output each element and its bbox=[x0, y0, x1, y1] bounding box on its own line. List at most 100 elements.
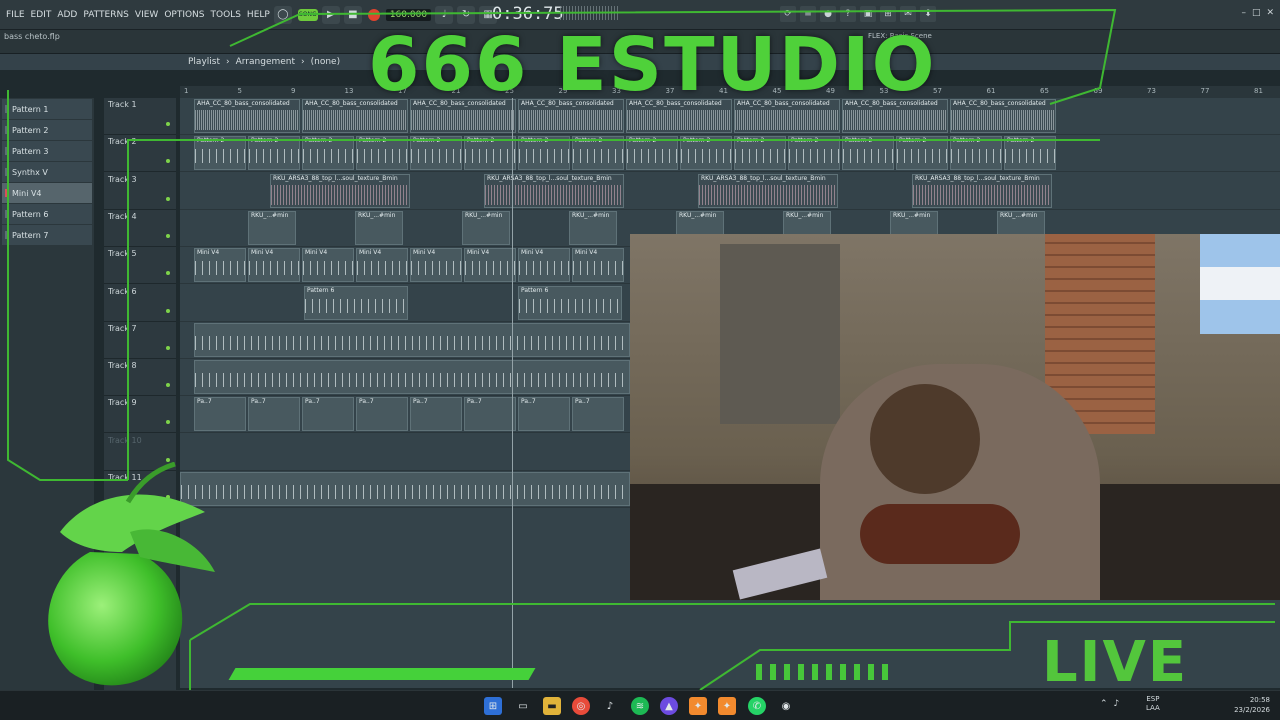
mixer-icon[interactable]: ≡ bbox=[800, 6, 816, 22]
track-header[interactable]: Track 9 bbox=[104, 396, 176, 434]
pattern-item[interactable]: Synthx V bbox=[2, 162, 92, 182]
menu-view[interactable]: VIEW bbox=[135, 10, 158, 20]
menu-file[interactable]: FILE bbox=[6, 10, 25, 20]
track-enable-led[interactable] bbox=[166, 159, 170, 164]
menu-patterns[interactable]: PATTERNS bbox=[83, 10, 129, 20]
mic-icon[interactable]: ● bbox=[820, 6, 836, 22]
track-header[interactable]: Track 6 bbox=[104, 285, 176, 322]
track-header[interactable]: Track 1 bbox=[104, 98, 176, 135]
maximize-icon[interactable]: □ bbox=[1252, 8, 1261, 18]
playlist-clip[interactable]: Pa..7 bbox=[248, 397, 300, 432]
fl-studio-taskbar-icon-2[interactable]: ✦ bbox=[718, 697, 736, 715]
playlist-clip[interactable]: Pa..7 bbox=[518, 397, 570, 432]
stop-icon[interactable]: ■ bbox=[343, 5, 362, 24]
playlist-clip[interactable]: Pattern 2 bbox=[734, 136, 786, 171]
playlist-view[interactable]: Arrangement bbox=[236, 57, 295, 67]
track-header[interactable]: Track 7 bbox=[104, 322, 176, 359]
track-header[interactable]: Track 8 bbox=[104, 359, 176, 397]
menu-tools[interactable]: TOOLS bbox=[211, 10, 241, 20]
app-icon[interactable]: ▲ bbox=[660, 697, 678, 715]
input-language[interactable]: ESP LAA bbox=[1146, 695, 1160, 713]
playlist-clip[interactable]: Mini V4 bbox=[194, 248, 246, 283]
pattern-item[interactable]: Pattern 7 bbox=[2, 225, 92, 245]
pattern-item[interactable]: Pattern 2 bbox=[2, 120, 92, 140]
playlist-clip[interactable]: Mini V4 bbox=[302, 248, 354, 283]
track-enable-led[interactable] bbox=[166, 271, 170, 276]
browser-icon[interactable]: ⟳ bbox=[780, 6, 796, 22]
tiktok-icon[interactable]: ♪ bbox=[601, 697, 619, 715]
whatsapp-icon[interactable]: ✆ bbox=[748, 697, 766, 715]
track-header[interactable]: Track 3 bbox=[104, 173, 176, 210]
chevron-up-icon[interactable]: ⌃ bbox=[1100, 699, 1108, 709]
playlist-clip[interactable]: Pattern 6 bbox=[518, 285, 622, 320]
playlist-clip[interactable]: Mini V4 bbox=[356, 248, 408, 283]
task-view-icon[interactable]: ▭ bbox=[514, 697, 532, 715]
playlist-clip[interactable]: RKU_ARSA3_88_top_l...soul_texture_Bmin bbox=[270, 173, 410, 208]
plugin-icon[interactable]: ⊞ bbox=[880, 6, 896, 22]
playlist-clip[interactable]: Mini V4 bbox=[410, 248, 462, 283]
download-icon[interactable]: ⬇ bbox=[920, 6, 936, 22]
play-icon[interactable]: ▶ bbox=[321, 5, 340, 24]
playhead[interactable] bbox=[512, 98, 513, 688]
tempo-display[interactable]: 160.000 bbox=[385, 8, 432, 21]
minimize-icon[interactable]: – bbox=[1241, 8, 1246, 18]
playlist-clip[interactable]: Pattern 2 bbox=[410, 136, 462, 171]
playlist-clip[interactable]: Pattern 2 bbox=[896, 136, 948, 171]
playlist-clip[interactable]: Pa..7 bbox=[572, 397, 624, 432]
pattern-item[interactable]: Pattern 3 bbox=[2, 141, 92, 161]
playlist-clip[interactable]: Mini V4 bbox=[572, 248, 624, 283]
track-header[interactable]: Track 5 bbox=[104, 247, 176, 285]
playlist-clip[interactable]: RKU_ARSA3_88_top_l...soul_texture_Bmin bbox=[484, 173, 624, 208]
playlist-selection[interactable]: (none) bbox=[311, 57, 340, 67]
spotify-icon[interactable]: ≋ bbox=[631, 697, 649, 715]
playlist-clip[interactable]: AHA_CC_80_bass_consolidated bbox=[194, 99, 300, 133]
menu-help[interactable]: HELP bbox=[247, 10, 270, 20]
track-enable-led[interactable] bbox=[166, 383, 170, 388]
playlist-clip[interactable]: Mini V4 bbox=[248, 248, 300, 283]
file-explorer-icon[interactable]: ▬ bbox=[543, 697, 561, 715]
circle-icon[interactable]: ◯ bbox=[273, 5, 292, 24]
system-clock[interactable]: 20:58 23/2/2026 bbox=[1226, 695, 1270, 715]
record-button[interactable] bbox=[367, 8, 380, 21]
metronome-icon[interactable]: ♩ bbox=[435, 5, 454, 24]
menu-add[interactable]: ADD bbox=[57, 10, 77, 20]
playlist-clip[interactable]: Pattern 2 bbox=[680, 136, 732, 171]
playlist-clip[interactable]: RKU_...#min bbox=[569, 210, 617, 245]
playlist-clip[interactable]: Pattern 6 bbox=[304, 285, 408, 320]
song-mode-toggle[interactable]: SONG bbox=[297, 8, 318, 21]
track-enable-led[interactable] bbox=[166, 420, 170, 425]
playlist-clip[interactable]: Mini V4 bbox=[518, 248, 570, 283]
playlist-clip[interactable]: RKU_...#min bbox=[248, 210, 296, 245]
playlist-clip[interactable]: Pattern 2 bbox=[572, 136, 624, 171]
pattern-item[interactable]: Pattern 6 bbox=[2, 204, 92, 224]
playlist-clip[interactable]: RKU_ARSA3_88_top_l...soul_texture_Bmin bbox=[912, 173, 1052, 208]
playlist-clip[interactable]: Pa..7 bbox=[356, 397, 408, 432]
track-enable-led[interactable] bbox=[166, 233, 170, 238]
pattern-item[interactable]: Pattern 1 bbox=[2, 99, 92, 119]
playlist-clip[interactable]: Pa..7 bbox=[194, 397, 246, 432]
playlist-clip[interactable]: RKU_...#min bbox=[462, 210, 510, 245]
playlist-clip[interactable]: Pattern 2 bbox=[1004, 136, 1056, 171]
pattern-item[interactable]: Mini V4 bbox=[2, 183, 92, 203]
playlist-lane[interactable]: RKU_ARSA3_88_top_l...soul_texture_Bmin RK… bbox=[180, 173, 1280, 210]
playlist-clip[interactable]: Pattern 2 bbox=[464, 136, 516, 171]
playlist-clip[interactable]: Pattern 2 bbox=[194, 136, 246, 171]
playlist-clip[interactable]: Pattern 2 bbox=[356, 136, 408, 171]
menu-options[interactable]: OPTIONS bbox=[164, 10, 204, 20]
playlist-lane[interactable]: Pattern 2 Pattern 2 Pattern 2 Pattern 2 Patt… bbox=[180, 135, 1280, 173]
playlist-clip[interactable]: Pa..7 bbox=[410, 397, 462, 432]
playlist-clip[interactable]: Pattern 2 bbox=[302, 136, 354, 171]
menu-edit[interactable]: EDIT bbox=[31, 10, 52, 20]
playlist-clip[interactable]: Pattern 2 bbox=[518, 136, 570, 171]
playlist-clip[interactable]: Pattern 2 bbox=[626, 136, 678, 171]
track-header[interactable]: Track 2 bbox=[104, 135, 176, 173]
obs-icon[interactable]: ◉ bbox=[777, 697, 795, 715]
close-icon[interactable]: ✕ bbox=[1266, 8, 1274, 18]
playlist-clip[interactable] bbox=[194, 322, 630, 357]
fl-studio-taskbar-icon[interactable]: ✦ bbox=[689, 697, 707, 715]
playlist-clip[interactable]: AHA_CC_80_bass_consolidated bbox=[950, 99, 1056, 133]
playlist-clip[interactable] bbox=[194, 360, 630, 395]
chrome-icon[interactable]: ◎ bbox=[572, 697, 590, 715]
playlist-clip[interactable]: RKU_...#min bbox=[355, 210, 403, 245]
playlist-clip[interactable]: Pattern 2 bbox=[788, 136, 840, 171]
